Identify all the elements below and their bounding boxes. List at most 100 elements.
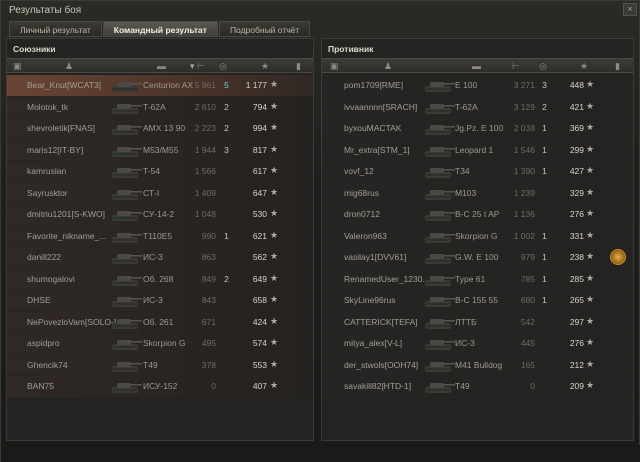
tab-team-result[interactable]: Командный результат <box>102 21 218 37</box>
star-icon: ★ <box>586 122 595 132</box>
player-row[interactable]: savakill82[HTD-1] T49 0 209 ★ <box>322 376 633 398</box>
allies-list: Bear_Knut[WCAT3] Centurion AX 5 961 5 1 177 ★… <box>7 75 313 398</box>
player-row[interactable]: mig68rus M103 1 239 329 ★ <box>322 182 633 204</box>
star-icon[interactable]: ★ <box>261 61 269 72</box>
xp-value: 647 <box>252 187 267 198</box>
player-row[interactable]: danill222 ИС-3 863 562 ★ <box>7 247 313 269</box>
player-row[interactable]: aspidpro Skorpion G 495 574 ★ <box>7 333 313 355</box>
player-icon[interactable]: ♟ <box>65 61 73 72</box>
tab-detailed-report[interactable]: Подробный отчёт <box>218 21 311 37</box>
star-icon: ★ <box>270 79 279 89</box>
player-row[interactable]: Valeron963 Skorpion G1 002 1 331 ★ <box>322 225 633 247</box>
player-row[interactable]: NePovezloVam[SOLO-] Об. 261 671 424 ★ <box>7 311 313 333</box>
kills-value: 1 <box>542 166 547 176</box>
tank-thumbnail-icon <box>425 318 455 329</box>
kills-value: 1 <box>542 123 547 133</box>
window-title: Результаты боя <box>9 5 82 16</box>
player-row[interactable]: ivvaannnn[SRACH] T-62A 3 129 2 421 ★ <box>322 96 633 118</box>
star-icon: ★ <box>586 186 595 197</box>
kills-value: 3 <box>224 144 229 155</box>
tank-thumbnail-icon <box>425 254 455 264</box>
kills-icon[interactable]: ◎ <box>539 61 547 72</box>
medal-column-icon[interactable]: ▮ <box>615 61 620 72</box>
allies-title: Союзники <box>13 44 56 54</box>
player-row[interactable]: Favorite_nikname_... T110E5 990 1 621 ★ <box>7 225 313 247</box>
star-icon: ★ <box>270 165 279 175</box>
tank-name: Об. 261 <box>143 316 174 327</box>
damage-value: 378 <box>201 359 216 370</box>
damage-icon[interactable]: ⊢ <box>512 61 520 72</box>
xp-value: 209 <box>569 381 584 391</box>
tank-icon[interactable]: ▬ <box>472 61 481 71</box>
xp-value: 658 <box>252 295 267 305</box>
bottom-bar <box>1 445 640 462</box>
damage-value: 445 <box>520 338 535 348</box>
damage-value: 2 810 <box>194 101 216 112</box>
player-row[interactable]: dmitriu1201[S-KWO] СУ-14-2 1 048 530 ★ <box>7 204 313 226</box>
damage-icon[interactable]: ⊢ <box>197 61 205 72</box>
tank-thumbnail-icon <box>112 211 142 221</box>
player-row[interactable]: vovf_12 T34 1 390 1 427 ★ <box>322 161 633 183</box>
squad-icon[interactable]: ▣ <box>330 61 339 72</box>
xp-value: 553 <box>252 359 267 370</box>
star-icon: ★ <box>270 251 279 261</box>
tank-name: T-62A <box>143 101 166 112</box>
player-row[interactable]: maris12[IT-BY] M53/M55 1 944 3 817 ★ <box>7 139 313 161</box>
player-row[interactable]: shevroletik[FNAS] AMX 13 90 2 223 2 994 ★ <box>7 118 313 140</box>
tank-thumbnail-icon <box>425 82 455 92</box>
kills-value: 1 <box>542 273 547 284</box>
close-button[interactable]: × <box>623 3 637 16</box>
kills-value: 1 <box>224 230 229 241</box>
star-icon: ★ <box>586 143 595 154</box>
star-icon: ★ <box>586 165 595 175</box>
damage-value: 680 <box>520 295 535 305</box>
star-icon: ★ <box>270 272 279 283</box>
xp-value: 530 <box>252 209 267 219</box>
star-icon: ★ <box>586 208 595 218</box>
xp-value: 617 <box>252 166 267 176</box>
player-row[interactable]: kamruslan T-54 1 566 617 ★ <box>7 161 313 183</box>
player-row[interactable]: SkyLine96rus B-C 155 55 680 1 265 ★ <box>322 290 633 312</box>
star-icon: ★ <box>586 100 595 111</box>
star-icon: ★ <box>586 79 595 89</box>
damage-value: 3 129 <box>513 101 535 112</box>
tank-thumbnail-icon <box>425 211 455 221</box>
xp-value: 265 <box>569 295 584 305</box>
player-row[interactable]: byxouMACTAK Jg.Pz. E 100 2 038 1 369 ★ <box>322 118 633 140</box>
xp-value: 212 <box>569 359 584 370</box>
squad-icon[interactable]: ▣ <box>13 61 22 72</box>
player-row[interactable]: CATTERICK[TEFA] ЛТТБ 542 297 ★ <box>322 311 633 333</box>
damage-value: 165 <box>520 359 535 370</box>
tank-name: ИСУ-152 <box>143 381 178 391</box>
player-row[interactable]: dron0712 B-C 25 t AP 1 136 276 ★ <box>322 204 633 226</box>
tank-icon[interactable]: ▬ <box>157 61 166 71</box>
kills-icon[interactable]: ◎ <box>219 61 227 72</box>
tank-thumbnail-icon <box>112 125 142 135</box>
tank-thumbnail-icon <box>112 297 142 307</box>
tab-personal-result[interactable]: Личный результат <box>9 21 102 37</box>
player-row[interactable]: vasilay1[DVV61] G.W. E 100 979 1 238 ★ <box>322 247 633 269</box>
star-icon: ★ <box>586 315 595 326</box>
damage-value: 1 944 <box>194 144 216 155</box>
medal-icon <box>610 249 626 265</box>
player-row[interactable]: RenamedUser_1230... Type 61 785 1 285 ★ <box>322 268 633 290</box>
medal-column-icon[interactable]: ▮ <box>296 61 301 72</box>
player-row[interactable]: mitya_alex[V-L] ИС-3 445 276 ★ <box>322 333 633 355</box>
player-row[interactable]: Molotok_tk T-62A 2 810 2 794 ★ <box>7 96 313 118</box>
player-row[interactable]: der_stwols[OOH74] M41 Bulldog 165 212 ★ <box>322 354 633 376</box>
star-icon: ★ <box>270 229 279 240</box>
player-row[interactable]: BAN75 ИСУ-152 0 407 ★ <box>7 376 313 398</box>
tank-thumbnail-icon <box>425 275 455 286</box>
damage-value: 1 239 <box>513 187 535 198</box>
player-row[interactable]: Sayrusktor СТ-I 1 409 647 ★ <box>7 182 313 204</box>
player-row[interactable]: DHSE ИС-3 843 658 ★ <box>7 290 313 312</box>
player-row[interactable]: pom1709[RME] E 100 3 271 3 448 ★ <box>322 75 633 97</box>
player-icon[interactable]: ♟ <box>384 61 392 72</box>
player-row[interactable]: Mr_extra[STM_1] Leopard 11 546 1 299 ★ <box>322 139 633 161</box>
star-icon[interactable]: ★ <box>580 61 588 72</box>
player-row[interactable]: Ghencik74 T49 378 553 ★ <box>7 354 313 376</box>
player-row[interactable]: Bear_Knut[WCAT3] Centurion AX 5 961 5 1 177 ★ <box>7 75 313 97</box>
star-icon: ★ <box>586 272 595 283</box>
tank-thumbnail-icon <box>425 103 455 114</box>
player-row[interactable]: shumogalovi Об. 268 849 2 649 ★ <box>7 268 313 290</box>
